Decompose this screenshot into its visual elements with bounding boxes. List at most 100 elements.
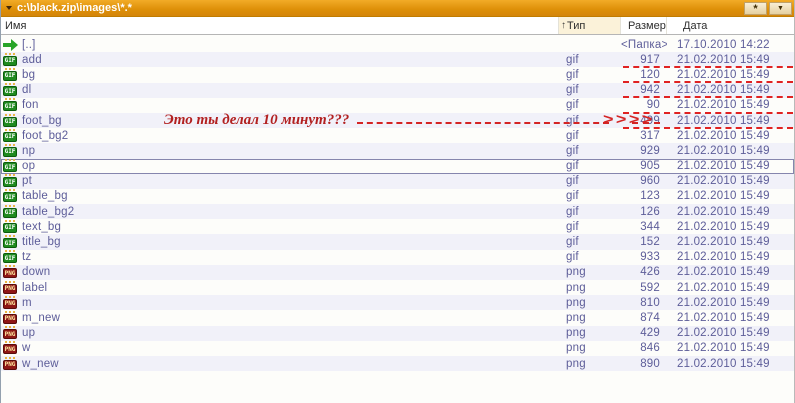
file-name-cell: GIF op xyxy=(1,159,559,173)
file-size: 929 xyxy=(621,145,667,157)
file-name: pt xyxy=(22,175,32,187)
path-bar[interactable]: c:\black.zip\images\*.* * ▼ xyxy=(1,0,794,17)
file-row[interactable]: PNG m png 810 21.02.2010 15:49 xyxy=(1,295,794,310)
file-row[interactable]: PNG label png 592 21.02.2010 15:49 xyxy=(1,280,794,295)
file-type: gif xyxy=(559,54,621,66)
file-date: 21.02.2010 15:49 xyxy=(667,99,794,111)
file-size: 917 xyxy=(621,54,667,66)
gif-file-icon: GIF xyxy=(3,189,19,203)
file-name: w_new xyxy=(22,358,59,370)
column-header-size[interactable]: Размер xyxy=(621,17,667,34)
column-header-date[interactable]: Дата xyxy=(667,17,794,34)
gif-file-icon: GIF xyxy=(3,220,19,234)
file-row[interactable]: GIF pt gif 960 21.02.2010 15:49 xyxy=(1,174,794,189)
file-name-cell: PNG w_new xyxy=(1,357,559,371)
column-header-type-label: Тип xyxy=(567,20,585,32)
png-file-icon: PNG xyxy=(3,357,19,371)
file-size: 592 xyxy=(621,282,667,294)
file-type: png xyxy=(559,327,621,339)
file-name-cell: GIF dl xyxy=(1,83,559,97)
file-size: 317 xyxy=(621,130,667,142)
file-row[interactable]: GIF table_bg2 gif 126 21.02.2010 15:49 xyxy=(1,204,794,219)
gif-file-icon: GIF xyxy=(3,98,19,112)
file-size: 429 xyxy=(621,327,667,339)
file-name-cell: GIF fon xyxy=(1,98,559,112)
file-row[interactable]: GIF tz gif 933 21.02.2010 15:49 xyxy=(1,250,794,265)
file-row[interactable]: GIF add gif 917 21.02.2010 15:49 xyxy=(1,52,794,67)
file-name-cell: GIF np xyxy=(1,144,559,158)
gif-file-icon: GIF xyxy=(3,53,19,67)
file-size: 960 xyxy=(621,175,667,187)
file-name: foot_bg2 xyxy=(22,130,68,142)
file-name: m xyxy=(22,297,32,309)
file-size: 344 xyxy=(621,221,667,233)
file-row[interactable]: PNG w_new png 890 21.02.2010 15:49 xyxy=(1,356,794,371)
file-size: 933 xyxy=(621,251,667,263)
gif-file-icon: GIF xyxy=(3,114,19,128)
file-name: table_bg xyxy=(22,190,68,202)
column-header-type[interactable]: ↑ Тип xyxy=(559,17,621,34)
file-row[interactable]: PNG down png 426 21.02.2010 15:49 xyxy=(1,265,794,280)
file-type: png xyxy=(559,358,621,370)
file-date: 21.02.2010 15:49 xyxy=(667,175,794,187)
file-row[interactable]: PNG up png 429 21.02.2010 15:49 xyxy=(1,326,794,341)
png-file-icon: PNG xyxy=(3,296,19,310)
packed-dots-icon xyxy=(5,250,15,252)
file-date: 21.02.2010 15:49 xyxy=(667,160,794,172)
file-date: 21.02.2010 15:49 xyxy=(667,54,794,66)
file-row[interactable]: GIF foot_bg gif 499 21.02.2010 15:49 xyxy=(1,113,794,128)
file-type: gif xyxy=(559,160,621,172)
current-path: c:\black.zip\images\*.* xyxy=(17,2,132,14)
gif-file-icon: GIF xyxy=(3,83,19,97)
file-type: gif xyxy=(559,69,621,81)
file-row[interactable]: PNG w png 846 21.02.2010 15:49 xyxy=(1,341,794,356)
packed-dots-icon xyxy=(5,341,15,343)
file-name: op xyxy=(22,160,35,172)
gif-file-icon: GIF xyxy=(3,205,19,219)
file-name: [..] xyxy=(22,39,36,51)
file-name-cell: PNG m xyxy=(1,296,559,310)
path-dropdown-icon xyxy=(6,6,12,10)
file-row[interactable]: GIF text_bg gif 344 21.02.2010 15:49 xyxy=(1,219,794,234)
file-size: 846 xyxy=(621,342,667,354)
file-size: 126 xyxy=(621,206,667,218)
file-row[interactable]: [..] <Папка> 17.10.2010 14:22 xyxy=(1,37,794,52)
file-date: 21.02.2010 15:49 xyxy=(667,115,794,127)
file-size: 810 xyxy=(621,297,667,309)
file-name-cell: GIF pt xyxy=(1,174,559,188)
packed-dots-icon xyxy=(5,265,15,267)
file-name-cell: PNG down xyxy=(1,265,559,279)
titlebar-buttons: * ▼ xyxy=(744,2,792,15)
file-row[interactable]: GIF bg gif 120 21.02.2010 15:49 xyxy=(1,67,794,82)
file-date: 21.02.2010 15:49 xyxy=(667,282,794,294)
packed-dots-icon xyxy=(5,114,15,116)
packed-dots-icon xyxy=(5,281,15,283)
file-date: 21.02.2010 15:49 xyxy=(667,236,794,248)
file-row[interactable]: GIF table_bg gif 123 21.02.2010 15:49 xyxy=(1,189,794,204)
file-name: table_bg2 xyxy=(22,206,74,218)
file-type: gif xyxy=(559,251,621,263)
file-row[interactable]: GIF fon gif 90 21.02.2010 15:49 xyxy=(1,98,794,113)
file-date: 21.02.2010 15:49 xyxy=(667,297,794,309)
file-row[interactable]: GIF foot_bg2 gif 317 21.02.2010 15:49 xyxy=(1,128,794,143)
file-name: foot_bg xyxy=(22,115,62,127)
file-row[interactable]: GIF np gif 929 21.02.2010 15:49 xyxy=(1,143,794,158)
file-row[interactable]: GIF title_bg gif 152 21.02.2010 15:49 xyxy=(1,234,794,249)
file-row[interactable]: PNG m_new png 874 21.02.2010 15:49 xyxy=(1,310,794,325)
packed-dots-icon xyxy=(5,205,15,207)
file-row[interactable]: GIF dl gif 942 21.02.2010 15:49 xyxy=(1,83,794,98)
column-header-name[interactable]: Имя xyxy=(1,17,559,34)
file-type: gif xyxy=(559,145,621,157)
asterisk-button[interactable]: * xyxy=(744,2,767,15)
file-date: 21.02.2010 15:49 xyxy=(667,358,794,370)
file-type: png xyxy=(559,282,621,294)
packed-dots-icon xyxy=(5,357,15,359)
file-type: gif xyxy=(559,175,621,187)
file-type: gif xyxy=(559,236,621,248)
file-row[interactable]: GIF op gif 905 21.02.2010 15:49 xyxy=(1,159,794,174)
png-file-icon: PNG xyxy=(3,326,19,340)
file-name-cell: PNG label xyxy=(1,281,559,295)
file-date: 21.02.2010 15:49 xyxy=(667,69,794,81)
file-date: 17.10.2010 14:22 xyxy=(667,39,794,51)
history-dropdown-button[interactable]: ▼ xyxy=(769,2,792,15)
